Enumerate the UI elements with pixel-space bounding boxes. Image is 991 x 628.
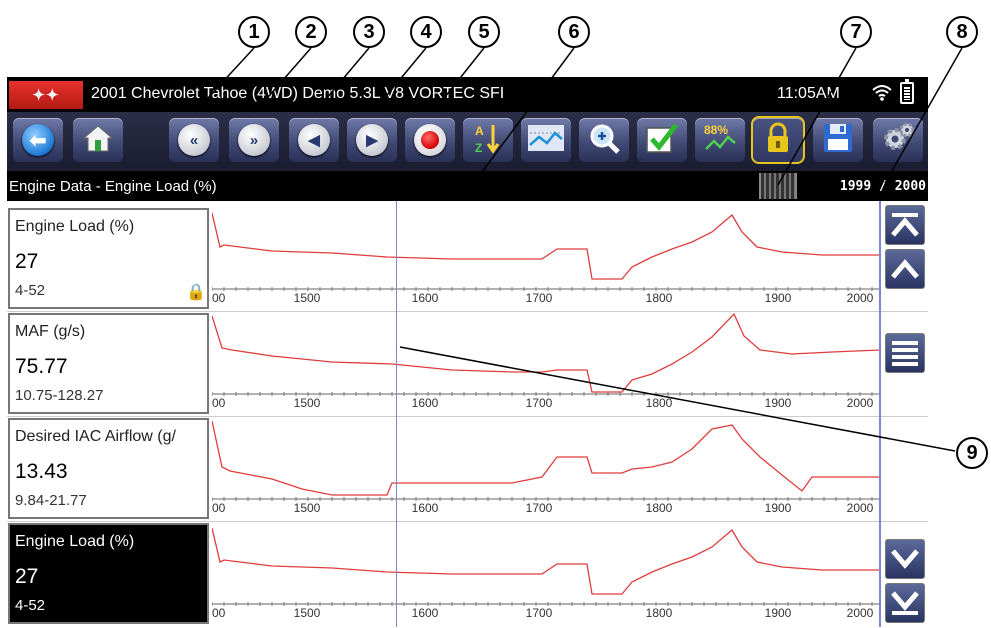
callout-line-2 (254, 47, 312, 113)
callout-line-1 (194, 47, 255, 113)
callout-line-6 (481, 47, 575, 173)
callout-9: 9 (956, 437, 988, 469)
callout-line-5 (432, 47, 485, 113)
callout-line-8 (884, 47, 963, 184)
callout-line-4 (372, 47, 427, 113)
callout-6: 6 (558, 16, 590, 48)
callout-5: 5 (468, 16, 500, 48)
callout-1: 1 (238, 16, 270, 48)
callout-line-3 (314, 47, 370, 113)
callout-line-9 (399, 346, 956, 452)
callout-8: 8 (946, 16, 978, 48)
callout-2: 2 (295, 16, 327, 48)
callout-leaders (194, 47, 963, 452)
callout-4: 4 (410, 16, 442, 48)
callout-3: 3 (353, 16, 385, 48)
callout-7: 7 (840, 16, 872, 48)
callout-line-7 (777, 47, 857, 186)
